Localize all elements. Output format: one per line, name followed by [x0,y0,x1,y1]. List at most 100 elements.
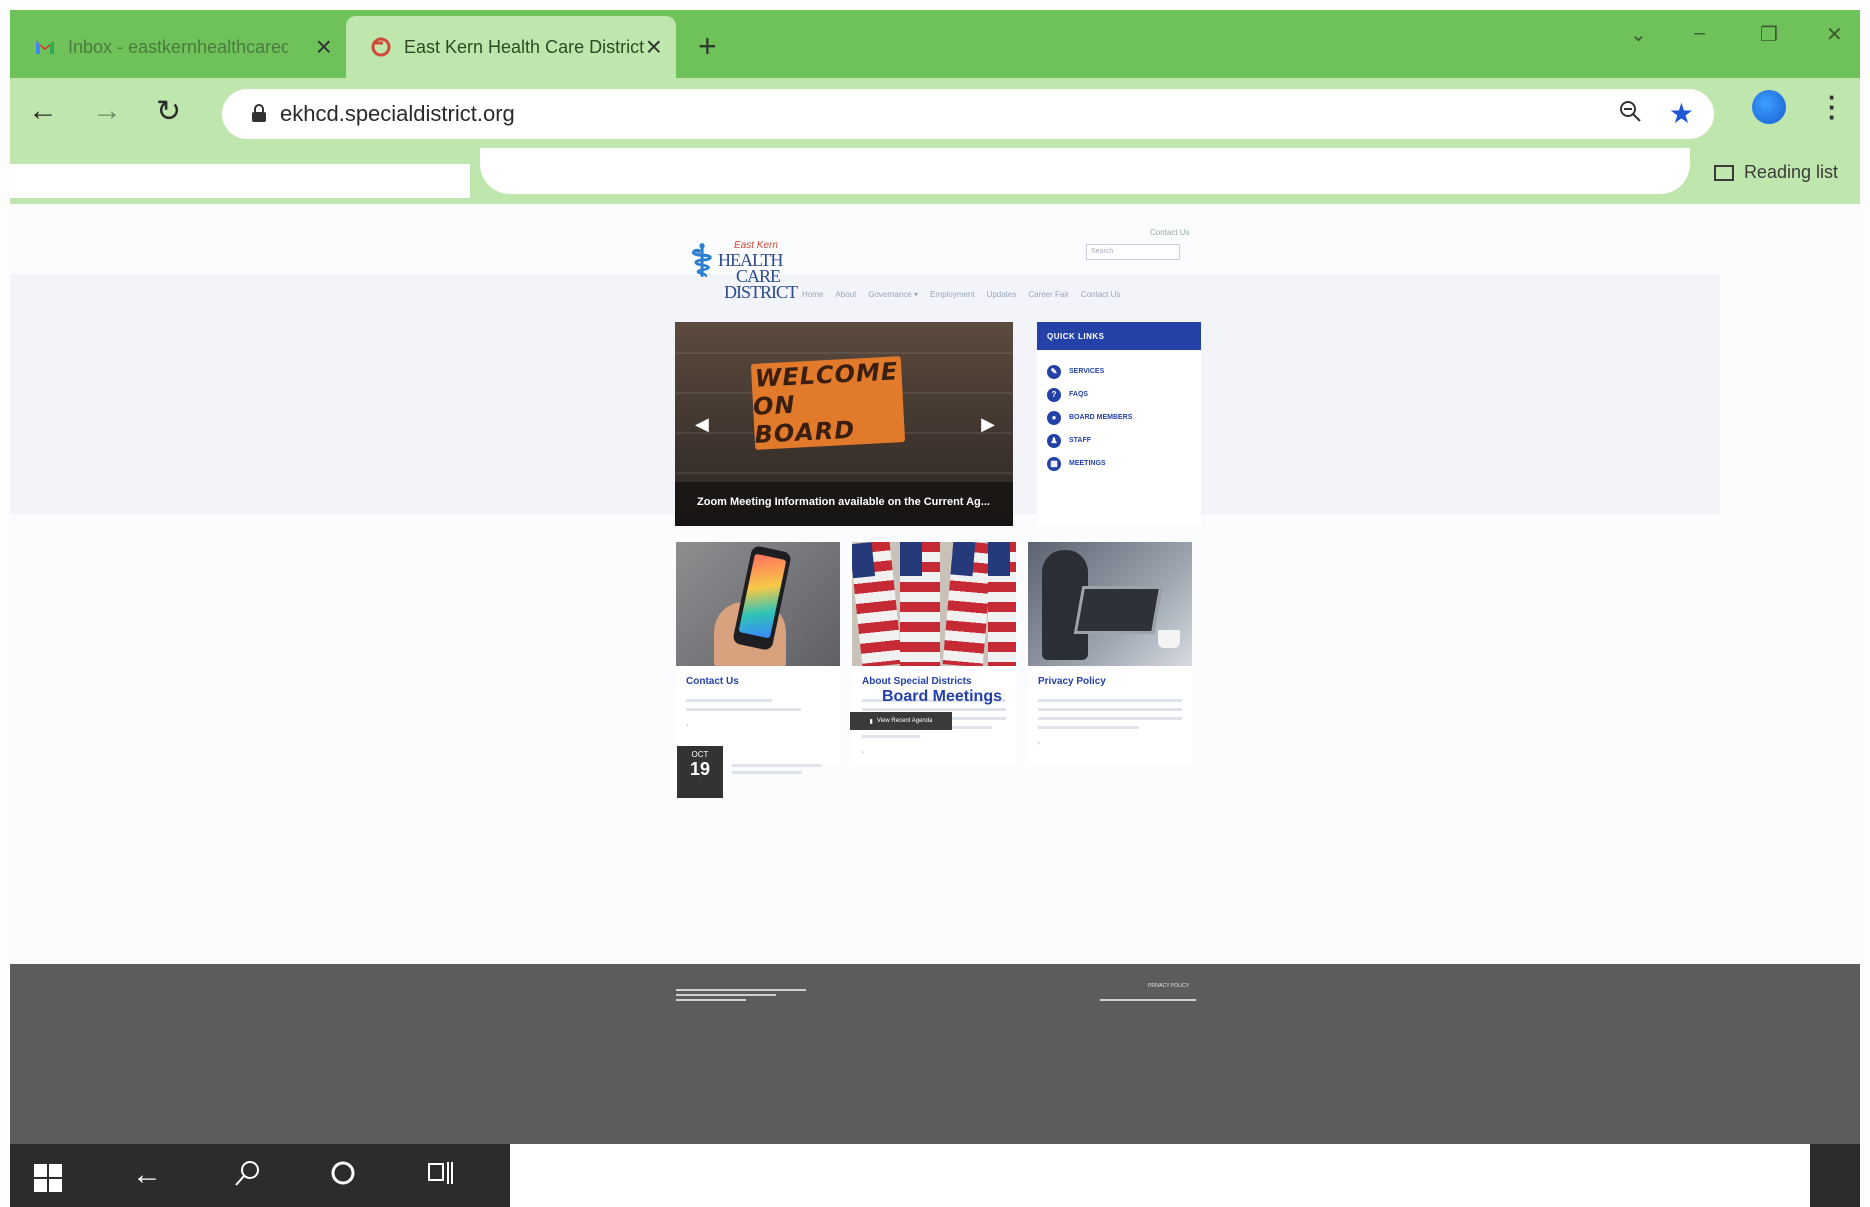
browser-tabstrip: Inbox - eastkernhealthcaredis × East Ker… [10,10,1860,78]
nav-item[interactable]: Employment [930,290,974,299]
tab-title: East Kern Health Care District [404,36,645,57]
quick-link-services[interactable]: ✎ SERVICES [1037,360,1201,383]
browser-toolbar: ← → ↻ ekhcd.specialdistrict.org ★ · · · [10,78,1860,148]
laptop-image [1028,542,1192,666]
site-container: ⚕ East Kern HEALTH CARE DISTRICT Contact… [672,204,1212,964]
read-more-link[interactable]: › [852,744,1016,762]
more-menu-icon[interactable]: · · · [1828,84,1837,130]
view-agenda-label: View Recent Agenda [876,718,933,724]
meeting-day: 19 [689,759,711,779]
os-taskbar: ← [10,1144,1860,1207]
quick-link-label: STAFF [1069,437,1092,444]
meeting-month: OCT [691,750,709,759]
nav-item[interactable]: Governance ▾ [868,290,918,299]
welcome-sign-image: WELCOME ON BOARD [750,356,906,450]
close-tab-icon[interactable]: × [316,31,332,63]
tab-search-icon[interactable]: ⌄ [1630,22,1647,47]
site-logo[interactable]: ⚕ East Kern HEALTH CARE DISTRICT [690,236,798,301]
site-footer: PRIVACY POLICY [10,964,1860,1144]
reading-list-icon [1713,164,1734,181]
nav-item[interactable]: Contact Us [1081,290,1121,299]
gmail-icon [34,36,56,58]
logo-caduceus-icon: ⚕ [690,237,714,286]
person-icon: ♟ [1047,433,1061,448]
document-icon: ▮ [869,718,873,725]
screen: Inbox - eastkernhealthcaredis × East Ker… [0,0,1870,1207]
flags-image [852,542,1016,666]
restore-icon[interactable]: ❐ [1760,22,1778,47]
meeting-date-badge: OCT 19 · [677,746,723,798]
card-contact-us[interactable]: Contact Us › [676,542,840,764]
quick-link-meetings[interactable]: ▦ MEETINGS [1037,452,1201,475]
quick-links-panel: QUICK LINKS ✎ SERVICES ? FAQS ● BOARD ME… [1037,322,1201,526]
nav-item[interactable]: Career Fair [1028,290,1068,299]
nav-item[interactable]: Updates [987,290,1017,299]
back-icon[interactable]: ← [28,94,58,128]
reload-icon[interactable]: ↻ [156,94,181,129]
site-nav: Home About Governance ▾ Employment Updat… [802,290,1120,299]
meeting-year: · [699,779,701,785]
redaction [480,148,1690,194]
logo-line: DISTRICT [724,282,798,302]
read-more-link[interactable]: › [1028,735,1192,753]
site-search-input[interactable]: Search [1086,244,1180,260]
redaction [10,164,470,198]
question-icon: ? [1047,387,1061,402]
footer-powered-by [1100,996,1200,1004]
hero-slider[interactable]: WELCOME ON BOARD ◀ ▶ Zoom Meeting Inform… [675,322,1013,526]
wrench-icon: ✎ [1047,364,1061,379]
tab-inbox[interactable]: Inbox - eastkernhealthcaredis × [10,16,346,78]
redaction [510,1144,1810,1207]
task-view-icon[interactable] [426,1158,456,1196]
quick-link-staff[interactable]: ♟ STAFF [1037,429,1201,452]
board-meetings-heading: Board Meetings [881,688,1002,705]
minimize-icon[interactable]: – [1694,22,1705,45]
profile-avatar[interactable] [1752,90,1786,124]
slider-caption[interactable]: Zoom Meeting Information available on th… [675,482,1013,526]
lock-icon [252,104,266,122]
new-tab-button[interactable]: + [698,28,717,65]
quick-link-faqs[interactable]: ? FAQS [1037,383,1201,406]
windows-start-icon[interactable] [34,1164,62,1192]
footer-privacy-link[interactable]: PRIVACY POLICY [1148,982,1189,991]
nav-item[interactable]: About [835,290,856,299]
url-text: ekhcd.specialdistrict.org [280,101,515,126]
logo-text: HEALTH CARE DISTRICT [718,251,798,302]
quick-links-heading: QUICK LINKS [1037,322,1201,350]
quick-link-label: SERVICES [1069,368,1105,375]
quick-link-label: MEETINGS [1069,460,1106,467]
quick-link-label: FAQS [1069,391,1089,398]
reading-list-label: Reading list [1743,162,1838,182]
tab-title: Inbox - eastkernhealthcaredis [68,36,288,57]
slider-prev-icon[interactable]: ◀ [695,414,709,435]
cortana-icon[interactable] [328,1158,358,1196]
sign-line: ON BOARD [752,390,856,449]
back-arrow-icon[interactable]: ← [132,1158,162,1192]
quick-link-board-members[interactable]: ● BOARD MEMBERS [1037,406,1201,429]
view-agenda-button[interactable]: ▮ View Recent Agenda [850,712,952,730]
forward-icon[interactable]: → [92,94,122,128]
nav-item[interactable]: Home [802,290,823,299]
phone-image [676,542,840,666]
read-more-link[interactable]: › [676,717,840,735]
quick-link-label: BOARD MEMBERS [1069,414,1133,421]
card-privacy-policy[interactable]: Privacy Policy › [1028,542,1192,764]
zoom-icon[interactable] [1618,99,1642,130]
web-page: ⚕ East Kern HEALTH CARE DISTRICT Contact… [10,204,1860,964]
tab-east-kern[interactable]: East Kern Health Care District × [346,16,676,78]
close-tab-icon[interactable]: × [646,31,662,63]
contact-link[interactable]: Contact Us [1150,228,1190,237]
site-favicon-icon [370,36,392,58]
bookmarks-bar: Reading list [10,148,1860,204]
search-icon[interactable] [232,1158,262,1196]
bookmark-star-icon[interactable]: ★ [1669,97,1694,130]
card-about-special-districts[interactable]: About Special Districts › [852,542,1016,764]
close-window-icon[interactable]: ✕ [1826,22,1843,47]
calendar-icon: ▦ [1047,456,1061,471]
footer-address [676,986,816,1004]
reading-list-button[interactable]: Reading list [1713,162,1838,183]
meeting-link[interactable] [732,760,842,778]
address-bar[interactable]: ekhcd.specialdistrict.org ★ [222,89,1714,139]
slider-next-icon[interactable]: ▶ [981,414,995,435]
people-icon: ● [1047,410,1061,425]
